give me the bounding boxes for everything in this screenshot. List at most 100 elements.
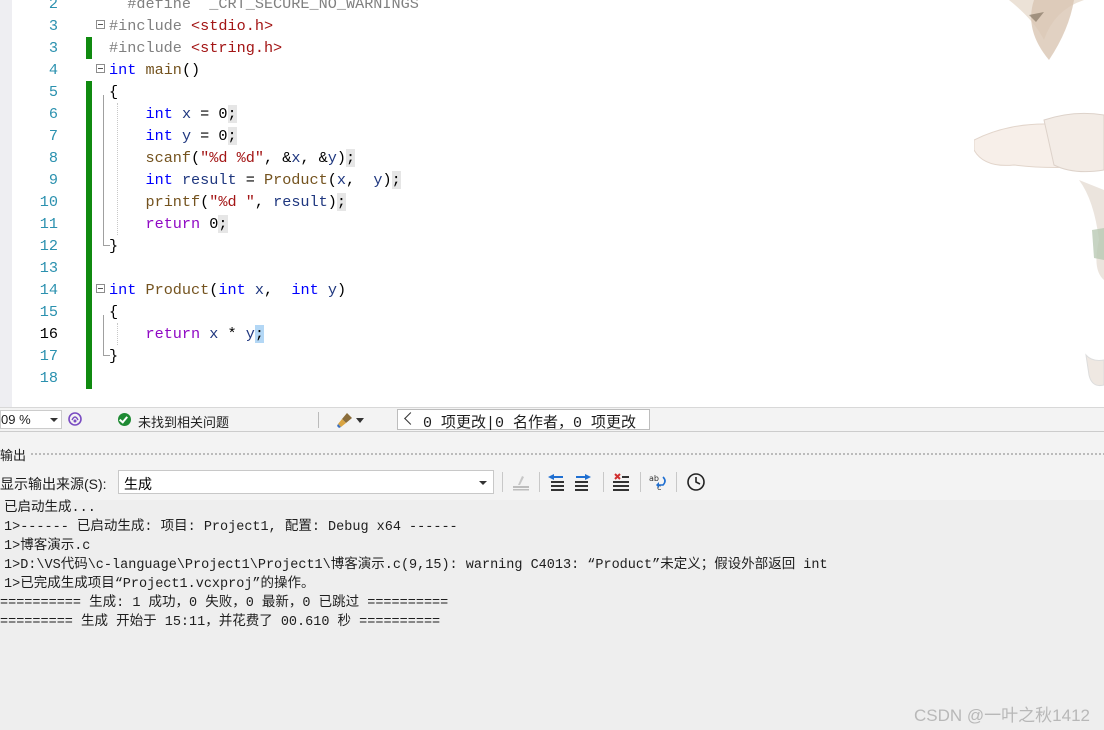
code-text: { [109,301,118,323]
code-token: return [145,325,201,343]
find-message-icon [513,476,529,491]
code-text: int x = 0; [109,103,237,125]
toggle-word-wrap-button[interactable]: ab c [647,471,669,493]
toggle-timestamp-button[interactable] [685,471,707,493]
code-line[interactable]: 14 int Product(int x, int y) [0,279,1104,301]
code-token: ; [227,127,237,145]
indent-guide [117,323,118,345]
line-number: 6 [48,105,58,123]
code-token: int [145,171,173,189]
chevron-down-icon[interactable] [356,418,364,423]
code-line[interactable]: 3 #include <stdio.h> [0,15,1104,37]
code-token: ; [336,193,347,211]
output-pane-title: 输出 [0,448,27,463]
code-token: ( [327,171,337,189]
code-line[interactable]: 15 { [0,301,1104,323]
code-line[interactable]: 17} [0,345,1104,367]
zoom-level-combobox[interactable]: 09 % [0,410,62,429]
line-number: 10 [39,193,58,211]
output-source-value: 生成 [124,476,152,492]
code-text: } [109,345,118,367]
code-token: "%d %d" [200,149,264,167]
separator [640,472,641,492]
code-token: main [145,61,182,79]
code-token: result [181,171,237,189]
code-cleanup-brush-icon[interactable] [336,411,354,429]
code-token: int [109,61,137,79]
next-message-button[interactable] [572,471,594,493]
code-line[interactable]: 12} [0,235,1104,257]
output-line: 1>------ 已启动生成: 项目: Project1, 配置: Debug … [4,520,458,535]
code-token: printf [145,193,201,211]
code-editor[interactable]: 2 #define _CRT_SECURE_NO_WARNINGS 3 #inclu… [0,0,1104,407]
pane-drag-handle[interactable] [30,452,1104,456]
code-text: int y = 0; [109,125,237,147]
code-line[interactable]: 18 [0,367,1104,389]
code-line[interactable]: 11 return 0; [0,213,1104,235]
svg-text:ab: ab [649,474,659,483]
code-line[interactable]: 9 int result = Product(x, y); [0,169,1104,191]
line-number: 2 [48,0,58,13]
output-text-area[interactable]: 已启动生成... 1>------ 已启动生成: 项目: Project1, 配置… [0,500,1104,730]
code-line[interactable]: 13 [0,257,1104,279]
change-marker [86,257,92,279]
output-line: 1>已完成生成项目“Project1.vcxproj”的操作。 [4,577,315,592]
change-marker [86,235,92,257]
code-token: int [291,281,319,299]
chevron-down-icon [50,418,58,422]
output-line: ========= 生成 开始于 15:11，并花费了 00.610 秒 ===… [0,615,441,630]
code-line[interactable]: 2 #define _CRT_SECURE_NO_WARNINGS [0,0,1104,15]
code-text: int result = Product(x, y); [109,169,401,191]
line-number: 14 [39,281,58,299]
code-token: ) [382,171,392,189]
code-text: } [109,235,118,257]
clear-all-button[interactable] [610,471,632,493]
git-changes-text: 0 项更改|0 名作者，0 项更改 [423,415,637,432]
code-line[interactable]: 16 return x * y; [0,323,1104,345]
code-line[interactable]: 8 scanf("%d %d", &x, &y); [0,147,1104,169]
previous-message-button[interactable] [545,471,567,493]
code-token: #include [109,17,192,35]
code-line[interactable]: 10 printf("%d ", result); [0,191,1104,213]
change-marker [86,169,92,191]
find-message-in-code-button[interactable] [510,471,532,493]
code-line[interactable]: 7 int y = 0; [0,125,1104,147]
git-changes-indicator[interactable]: 0 项更改|0 名作者，0 项更改 [397,409,650,432]
output-source-select[interactable]: 生成 [118,470,494,494]
code-token: int [218,281,246,299]
fold-toggle-icon[interactable] [96,284,105,293]
code-token: int [145,105,173,123]
code-token: <string.h> [191,39,283,57]
code-text: #define _CRT_SECURE_NO_WARNINGS [109,0,419,15]
separator [676,472,677,492]
code-token: ) [336,149,347,167]
csdn-watermark: CSDN @一叶之秋1412 [914,706,1090,725]
fold-toggle-icon[interactable] [96,20,105,29]
line-number: 3 [48,17,58,35]
code-line[interactable]: 4 int main() [0,59,1104,81]
code-token: { [109,303,119,321]
intellicode-icon[interactable] [67,411,83,427]
code-line[interactable]: 6 int x = 0; [0,103,1104,125]
code-token: } [109,347,119,365]
code-text: int main() [109,59,200,81]
code-token: , [254,193,274,211]
fold-toggle-icon[interactable] [96,64,105,73]
line-number: 4 [48,61,58,79]
code-line[interactable]: 3 #include <string.h> [0,37,1104,59]
code-text: printf("%d ", result); [109,191,347,213]
issues-status-text[interactable]: 未找到相关问题 [138,412,229,431]
line-number: 17 [39,347,58,365]
code-line[interactable]: 5{ [0,81,1104,103]
code-token: scanf [145,149,192,167]
line-number: 7 [48,127,58,145]
code-text: { [109,81,118,103]
code-token: ; [218,215,228,233]
